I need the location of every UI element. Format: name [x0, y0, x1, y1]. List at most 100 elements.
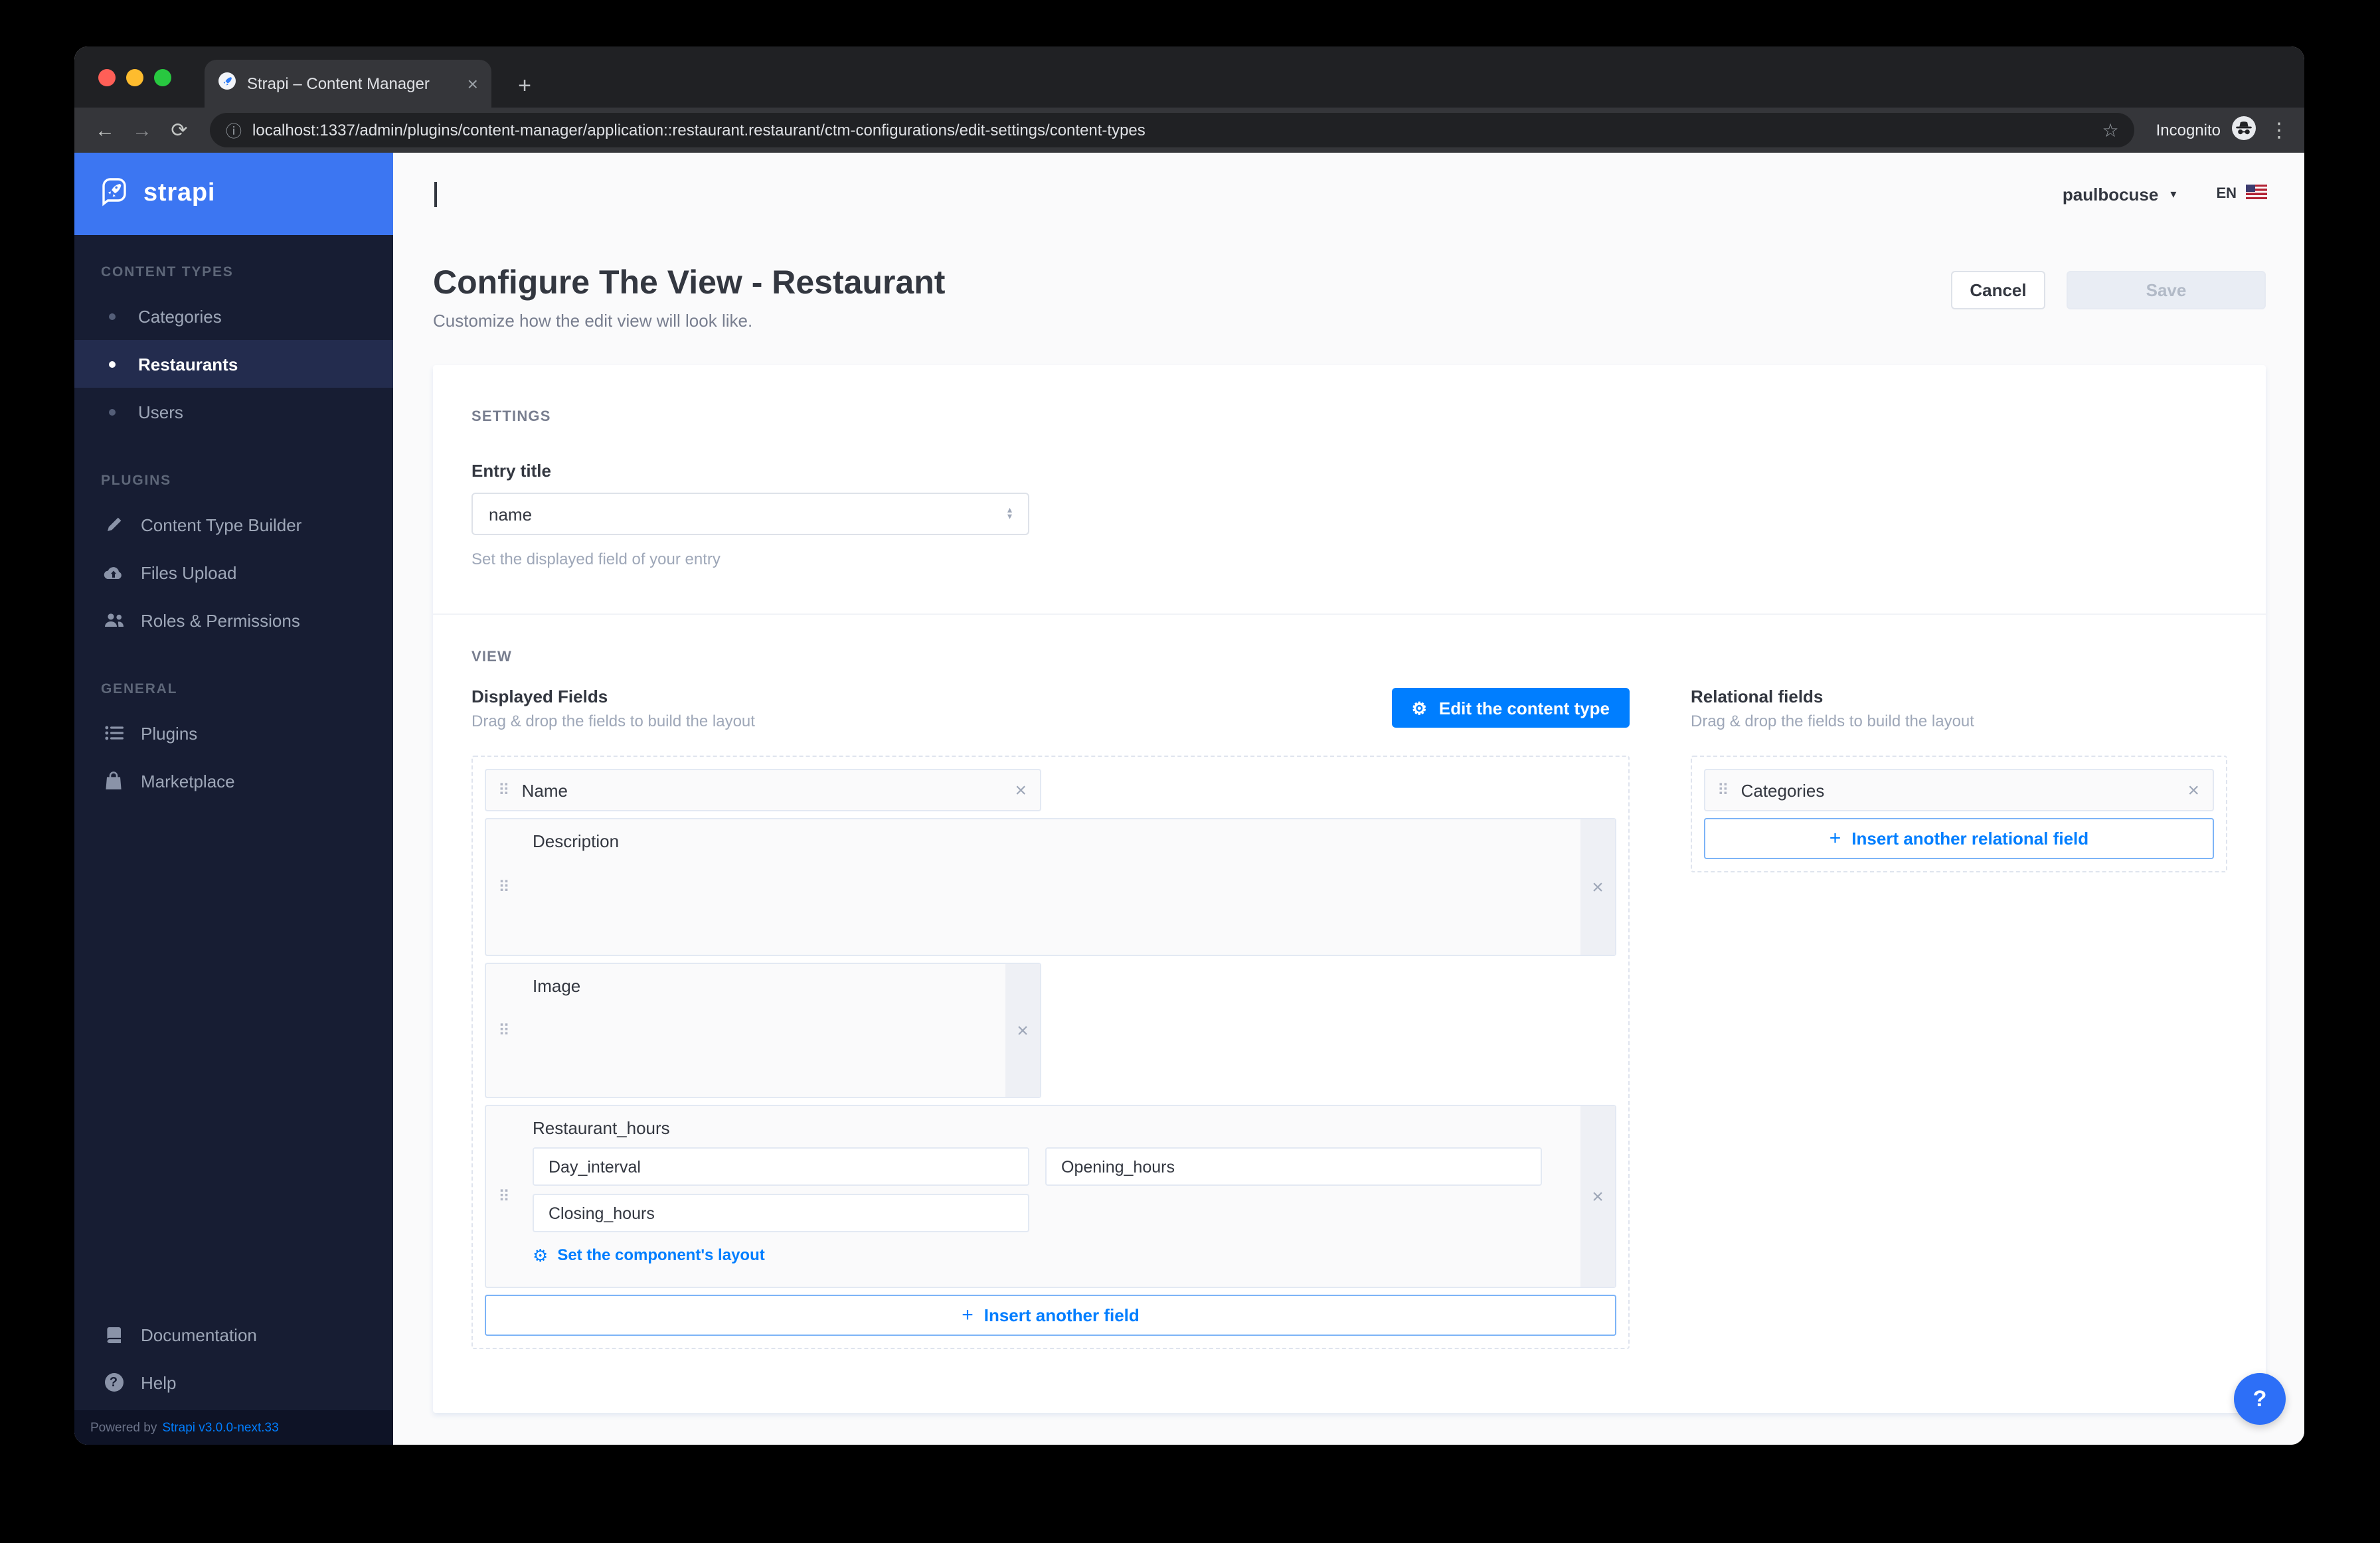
insert-another-field-label: Insert another field [984, 1305, 1140, 1325]
displayed-fields-dropzone: ⠿ Name × ⠿ Description × [471, 756, 1630, 1349]
drag-handle-icon[interactable]: ⠿ [486, 782, 522, 798]
edit-content-type-button[interactable]: ⚙ Edit the content type [1392, 688, 1630, 728]
sidebar-item-content-type-builder[interactable]: Content Type Builder [74, 501, 393, 548]
insert-another-relational-field-button[interactable]: + Insert another relational field [1704, 818, 2214, 859]
gear-icon: ⚙ [533, 1246, 548, 1263]
section-label-content-types: CONTENT TYPES [74, 264, 393, 280]
drag-strip[interactable]: ⠿ [486, 964, 522, 1097]
remove-field-strip[interactable]: × [1580, 819, 1615, 955]
field-categories[interactable]: ⠿ Categories × [1704, 769, 2214, 811]
bag-icon [102, 772, 125, 790]
section-label-plugins: PLUGINS [74, 473, 393, 489]
sidebar-item-files-upload[interactable]: Files Upload [74, 548, 393, 596]
strapi-logo-icon [98, 175, 130, 213]
page: Configure The View - Restaurant Customiz… [393, 235, 2304, 1445]
back-button[interactable] [434, 182, 437, 206]
displayed-fields-header: Displayed Fields Drag & drop the fields … [471, 687, 1630, 740]
browser-window: Strapi – Content Manager × + ← → ⟳ ⓘ loc… [74, 46, 2304, 1445]
remove-field-icon: × [1017, 1020, 1029, 1040]
forward-nav-icon[interactable]: → [125, 120, 159, 140]
drag-strip[interactable]: ⠿ [486, 1106, 522, 1287]
set-component-layout-link[interactable]: ⚙ Set the component's layout [533, 1246, 1562, 1264]
pencil-icon [102, 515, 125, 534]
bullet-icon [109, 313, 116, 319]
field-label: Description [533, 831, 619, 851]
insert-another-relational-field-label: Insert another relational field [1851, 829, 2088, 849]
window-controls [98, 69, 171, 86]
address-bar[interactable]: ⓘ localhost:1337/admin/plugins/content-m… [210, 113, 2135, 147]
displayed-fields-titles: Displayed Fields Drag & drop the fields … [471, 687, 755, 730]
field-description[interactable]: ⠿ Description × [485, 818, 1616, 956]
drag-handle-icon[interactable]: ⠿ [1705, 782, 1741, 798]
window-minimize-button[interactable] [126, 69, 143, 86]
sidebar-item-label: Files Upload [141, 562, 237, 582]
sidebar-item-label: Content Type Builder [141, 515, 301, 534]
sidebar-item-marketplace[interactable]: Marketplace [74, 757, 393, 805]
sidebar-item-restaurants[interactable]: Restaurants [74, 340, 393, 388]
sidebar-item-plugins[interactable]: Plugins [74, 709, 393, 757]
sidebar-item-categories[interactable]: Categories [74, 292, 393, 340]
reload-icon[interactable]: ⟳ [162, 120, 197, 140]
drag-strip[interactable]: ⠿ [486, 819, 522, 955]
entry-title-label: Entry title [471, 461, 2227, 481]
component-restaurant-hours[interactable]: ⠿ Restaurant_hours Day_interval Opening_… [485, 1105, 1616, 1288]
field-name[interactable]: ⠿ Name × [485, 769, 1041, 811]
remove-field-strip[interactable]: × [1005, 964, 1040, 1097]
entry-title-value: name [489, 504, 532, 524]
strapi-version-link[interactable]: Strapi v3.0.0-next.33 [162, 1420, 278, 1435]
sidebar-item-label: Restaurants [138, 354, 238, 374]
browser-menu-icon[interactable]: ⋮ [2267, 118, 2291, 142]
window-zoom-button[interactable] [154, 69, 171, 86]
back-nav-icon[interactable]: ← [88, 120, 122, 140]
field-image[interactable]: ⠿ Image × [485, 963, 1041, 1098]
displayed-fields-hint: Drag & drop the fields to build the layo… [471, 712, 755, 730]
browser-tab[interactable]: Strapi – Content Manager × [205, 60, 491, 108]
page-titles: Configure The View - Restaurant Customiz… [433, 264, 945, 331]
sidebar-item-label: Categories [138, 306, 222, 326]
edit-content-type-label: Edit the content type [1439, 698, 1610, 718]
site-info-icon[interactable]: ⓘ [226, 119, 242, 141]
strapi-logo-header[interactable]: strapi [74, 153, 393, 235]
remove-field-strip[interactable]: × [1580, 1106, 1615, 1287]
component-field-closing-hours[interactable]: Closing_hours [533, 1194, 1029, 1232]
cancel-button[interactable]: Cancel [1951, 271, 2045, 309]
sidebar-item-help[interactable]: ? Help [74, 1358, 393, 1406]
tab-close-icon[interactable]: × [468, 74, 478, 93]
sidebar-item-label: Documentation [141, 1325, 257, 1344]
bookmark-star-icon[interactable]: ☆ [2102, 119, 2118, 141]
save-button[interactable]: Save [2067, 271, 2266, 309]
field-label: Name [522, 780, 568, 800]
settings-section-label: SETTINGS [471, 409, 2227, 425]
sidebar-item-users[interactable]: Users [74, 388, 393, 436]
select-stepper-icon: ▴▾ [1007, 507, 1012, 521]
displayed-fields-column: Displayed Fields Drag & drop the fields … [471, 687, 1630, 1349]
page-title: Configure The View - Restaurant [433, 264, 945, 303]
remove-field-icon[interactable]: × [2174, 780, 2213, 800]
insert-another-field-button[interactable]: + Insert another field [485, 1295, 1616, 1336]
relational-fields-dropzone: ⠿ Categories × + Insert another relation… [1691, 756, 2227, 872]
sidebar-item-documentation[interactable]: Documentation [74, 1311, 393, 1358]
window-close-button[interactable] [98, 69, 116, 86]
remove-field-icon[interactable]: × [1001, 780, 1040, 800]
browser-tab-strip: Strapi – Content Manager × + [74, 46, 2304, 108]
username: paulbocuse [2063, 184, 2159, 204]
component-field-opening-hours[interactable]: Opening_hours [1045, 1147, 1542, 1186]
app-topbar: paulbocuse ▾ EN [393, 153, 2304, 235]
url-text: localhost:1337/admin/plugins/content-man… [252, 121, 2091, 139]
displayed-fields-title: Displayed Fields [471, 687, 755, 706]
field-label: Image [533, 976, 580, 996]
new-tab-button[interactable]: + [510, 74, 539, 97]
sidebar-item-label: Marketplace [141, 771, 235, 791]
list-icon [102, 725, 125, 741]
strapi-logo-text: strapi [143, 179, 215, 208]
sidebar-item-label: Roles & Permissions [141, 610, 300, 630]
language-selector[interactable]: EN [2216, 185, 2267, 203]
user-menu[interactable]: paulbocuse ▾ [2063, 184, 2177, 204]
component-field-day-interval[interactable]: Day_interval [533, 1147, 1029, 1186]
view-columns: Displayed Fields Drag & drop the fields … [471, 687, 2227, 1349]
relational-fields-column: Relational fields Drag & drop the fields… [1691, 687, 2227, 1349]
sidebar-item-roles-permissions[interactable]: Roles & Permissions [74, 596, 393, 644]
entry-title-select[interactable]: name ▴▾ [471, 493, 1029, 535]
help-fab-button[interactable]: ? [2234, 1373, 2286, 1425]
sidebar-bottom: Documentation ? Help [74, 1311, 393, 1410]
